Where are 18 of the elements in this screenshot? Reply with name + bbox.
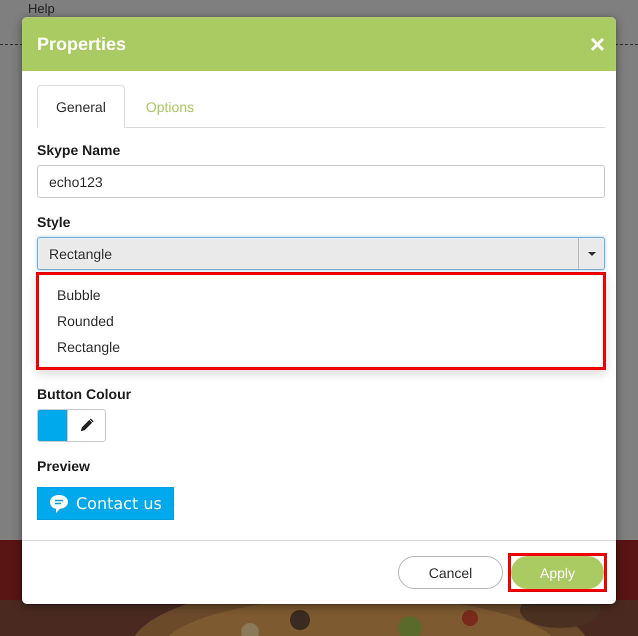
chat-bubble-icon (49, 494, 69, 514)
pencil-icon (79, 418, 94, 433)
caret-icon (588, 252, 596, 256)
tab[interactable]: General (37, 85, 125, 128)
style-dropdown[interactable]: Rectangle (37, 237, 605, 270)
menu-item[interactable]: Rectangle (39, 334, 603, 360)
menu-item[interactable]: Rounded (39, 308, 603, 334)
colour-swatch[interactable] (37, 409, 67, 442)
field-label: Preview (37, 458, 91, 474)
menu-label[interactable]: Help (28, 1, 55, 16)
menu-item[interactable]: Bubble (39, 282, 603, 308)
edit-button[interactable] (67, 409, 106, 442)
input-field[interactable]: echo123 (37, 165, 605, 198)
field-label: Skype Name (37, 142, 122, 158)
field-label: Style (37, 214, 72, 230)
field-label: Button Colour (37, 386, 132, 402)
dialog-title: Properties (37, 34, 126, 54)
cancel-button[interactable]: Cancel (398, 556, 503, 589)
